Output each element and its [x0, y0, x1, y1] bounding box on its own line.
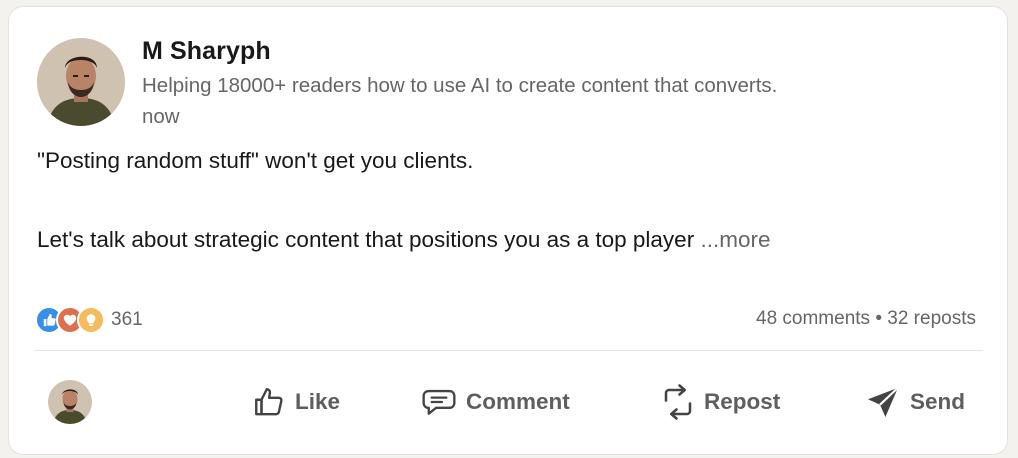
- author-avatar[interactable]: [37, 38, 125, 126]
- actor-avatar[interactable]: [48, 380, 92, 424]
- see-more-link[interactable]: ...more: [700, 227, 770, 252]
- actor-photo-icon: [48, 380, 92, 424]
- post-text-line-2-content: Let's talk about strategic content that …: [37, 227, 695, 252]
- like-label: Like: [295, 389, 341, 414]
- divider: [34, 350, 983, 351]
- comment-button[interactable]: Comment: [420, 379, 570, 425]
- repost-button[interactable]: Repost: [660, 379, 780, 425]
- repost-icon: [664, 384, 692, 420]
- post-timestamp: now: [142, 105, 180, 128]
- send-icon: [868, 386, 899, 417]
- send-label: Send: [910, 389, 966, 414]
- reposts-count[interactable]: 32 reposts: [887, 308, 976, 329]
- social-counts: 48 comments • 32 reposts: [756, 308, 976, 330]
- comment-label: Comment: [466, 389, 570, 414]
- author-name[interactable]: M Sharyph: [142, 37, 271, 66]
- counts-separator: •: [875, 308, 882, 329]
- send-button[interactable]: Send: [864, 379, 965, 425]
- thumbs-up-icon: [255, 388, 283, 416]
- post-card: M Sharyph Helping 18000+ readers how to …: [9, 7, 1007, 454]
- comment-icon: [422, 389, 456, 415]
- comments-count[interactable]: 48 comments: [756, 308, 870, 329]
- reaction-count: 361: [111, 309, 143, 330]
- author-headline: Helping 18000+ readers how to use AI to …: [142, 74, 778, 97]
- like-button[interactable]: Like: [251, 379, 340, 425]
- repost-label: Repost: [704, 389, 781, 414]
- post-text-line-2: Let's talk about strategic content that …: [37, 227, 771, 253]
- post-text-line-1: "Posting random stuff" won't get you cli…: [37, 148, 474, 173]
- author-photo-icon: [37, 38, 125, 126]
- reactions-summary[interactable]: 361: [35, 306, 143, 334]
- insightful-icon: [77, 306, 105, 334]
